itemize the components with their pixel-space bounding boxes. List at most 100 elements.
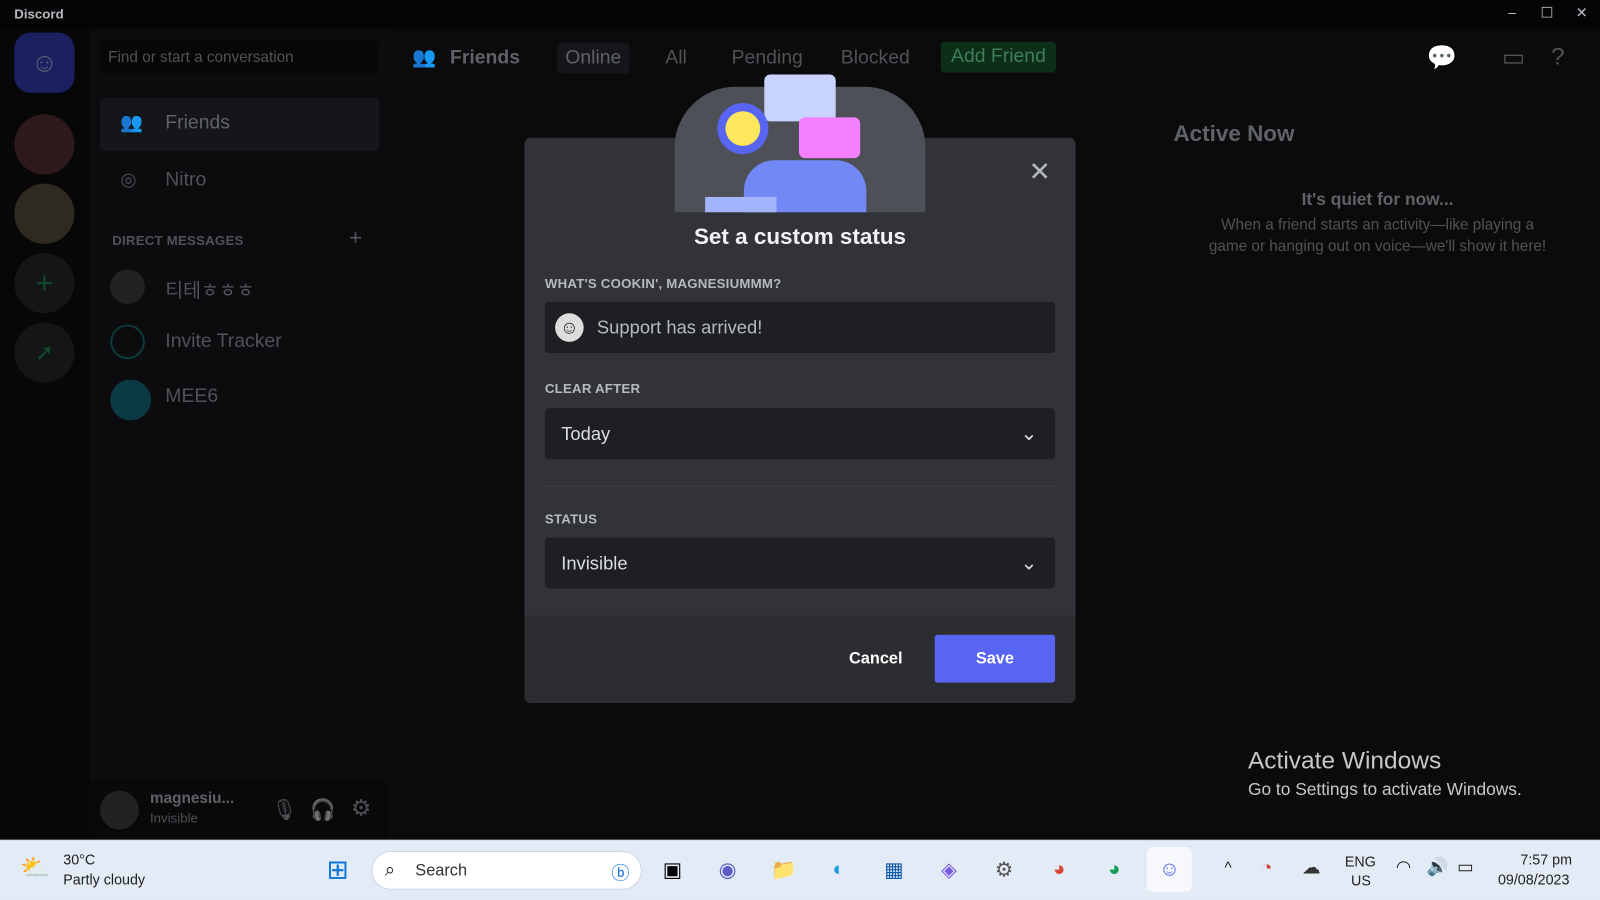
status-text-input[interactable]: ☺ Support has arrived! <box>544 302 1056 354</box>
status-illustration <box>674 74 926 213</box>
watermark-title: Activate Windows <box>1247 746 1442 775</box>
dm-name: MEE6 <box>165 385 219 408</box>
activate-windows-watermark: Activate Windows Go to Settings to activ… <box>1248 747 1522 800</box>
custom-status-modal: ✕ Set a custom status WHAT'S COOKIN', MA… <box>524 74 1076 704</box>
clock-date[interactable]: 09/08/2023 <box>1498 871 1570 887</box>
active-now-title: Active Now <box>1173 120 1295 146</box>
channel-sidebar: Find or start a conversation 👥 Friends ◎… <box>89 28 388 840</box>
chevron-down-icon: ⌄ <box>1020 422 1038 445</box>
microphone-icon[interactable]: 🎙 <box>271 797 297 823</box>
minimize-button[interactable]: – <box>1502 4 1522 24</box>
volume-icon[interactable]: 🔊 <box>1427 857 1449 877</box>
onedrive-icon[interactable]: ☁ <box>1302 857 1320 878</box>
cancel-button[interactable]: Cancel <box>849 650 903 668</box>
username: magnesiu... <box>149 789 235 808</box>
avatar <box>110 379 152 421</box>
search-icon: ⌕ <box>384 859 395 880</box>
empty-title: It's quiet for now... <box>1301 189 1454 210</box>
clear-after-label: CLEAR AFTER <box>544 380 641 396</box>
friends-icon: 👥 <box>120 112 144 133</box>
file-explorer-icon[interactable]: 📁 <box>765 851 802 888</box>
home-discord-icon[interactable]: ☺ <box>14 32 75 93</box>
recording-icon[interactable]: ◔ <box>1261 857 1272 878</box>
avatar[interactable] <box>99 790 139 830</box>
add-dm-icon[interactable]: + <box>349 224 362 251</box>
dm-name: 티테ㅎㅎㅎ <box>165 280 255 303</box>
status-value: Invisible <box>561 553 628 574</box>
chevron-up-icon[interactable]: ^ <box>1224 859 1231 876</box>
weather-icon[interactable]: ⛅ <box>20 853 51 883</box>
tab-blocked[interactable]: Blocked <box>841 47 910 69</box>
nitro-label: Nitro <box>165 169 207 191</box>
dm-item[interactable]: MEE6 <box>100 371 380 424</box>
wifi-icon[interactable]: ◠ <box>1396 857 1411 877</box>
sidebar-item-friends[interactable]: 👥 Friends <box>99 97 380 152</box>
taskbar-search[interactable]: ⌕ Search ⓑ <box>371 851 642 890</box>
teams-chat-icon[interactable]: ◉ <box>709 851 746 888</box>
status-select[interactable]: Invisible ⌄ <box>544 537 1056 589</box>
chrome-profile-icon[interactable]: ◕ <box>1096 851 1133 888</box>
keyboard-layout[interactable]: US <box>1351 872 1371 888</box>
dm-header: DIRECT MESSAGES <box>112 232 244 248</box>
status-text-value: Support has arrived! <box>596 317 763 338</box>
weather-desc: Partly cloudy <box>63 871 146 888</box>
close-icon[interactable]: ✕ <box>1029 156 1051 188</box>
modal-footer: Cancel Save <box>524 615 1076 704</box>
windows-start-icon[interactable]: ⊞ <box>319 851 356 888</box>
chevron-down-icon: ⌄ <box>1020 552 1038 575</box>
battery-icon[interactable]: ▭ <box>1457 857 1473 877</box>
chrome-icon[interactable]: ◕ <box>1041 851 1078 888</box>
search-input[interactable]: Find or start a conversation <box>99 40 378 74</box>
watermark-text: Go to Settings to activate Windows. <box>1247 779 1522 799</box>
emoji-picker-icon[interactable]: ☺ <box>555 313 584 342</box>
friends-icon: 👥 <box>412 46 437 69</box>
server-avatar[interactable] <box>14 114 75 175</box>
new-group-dm-icon[interactable]: 💬 <box>1427 43 1458 73</box>
close-window-button[interactable]: ✕ <box>1571 4 1591 24</box>
tab-online[interactable]: Online <box>557 42 630 74</box>
empty-text: When a friend starts an activity—like pl… <box>1221 216 1535 234</box>
weather-temp: 30°C <box>63 851 96 868</box>
settings-gear-icon[interactable]: ⚙ <box>351 795 371 822</box>
help-icon[interactable]: ? <box>1551 43 1565 72</box>
friends-label: Friends <box>165 112 230 134</box>
explore-compass-icon[interactable]: ➚ <box>14 322 75 383</box>
headphones-icon[interactable]: 🎧 <box>310 797 335 823</box>
inbox-icon[interactable]: ▭ <box>1502 43 1525 73</box>
user-status: Invisible <box>149 810 198 826</box>
avatar <box>110 324 145 360</box>
nitro-icon: ◎ <box>120 169 137 190</box>
title-bar: Discord – ☐ ✕ <box>0 0 1600 29</box>
add-friend-button[interactable]: Add Friend <box>940 41 1057 73</box>
clock-time[interactable]: 7:57 pm <box>1520 851 1572 867</box>
language[interactable]: ENG <box>1345 853 1376 869</box>
dm-name: Invite Tracker <box>165 330 282 353</box>
avatar <box>110 269 145 305</box>
bing-icon: ⓑ <box>611 863 630 884</box>
discord-taskbar-icon[interactable]: ☺ <box>1146 846 1192 892</box>
screen: Discord – ☐ ✕ ☺ + ➚ Find or start a conv… <box>0 0 1600 900</box>
maximize-button[interactable]: ☐ <box>1537 4 1557 24</box>
task-view-icon[interactable]: ▣ <box>654 851 691 888</box>
copilot-icon[interactable]: ◈ <box>931 851 968 888</box>
dm-item[interactable]: 티테ㅎㅎㅎ <box>100 261 380 314</box>
clear-after-select[interactable]: Today ⌄ <box>544 408 1056 460</box>
header-title: Friends <box>449 46 521 69</box>
dm-item[interactable]: Invite Tracker <box>100 316 380 369</box>
add-server-icon[interactable]: + <box>14 253 75 314</box>
settings-icon[interactable]: ⚙ <box>986 851 1023 888</box>
edge-icon[interactable]: ◐ <box>820 851 857 888</box>
server-avatar[interactable] <box>14 183 75 244</box>
server-rail: ☺ + ➚ <box>0 28 90 840</box>
taskbar: ⛅ 30°C Partly cloudy ⊞ ⌕ Search ⓑ ▣ ◉ 📁 … <box>0 839 1600 900</box>
microsoft-store-icon[interactable]: ▦ <box>876 851 913 888</box>
clear-after-value: Today <box>561 423 611 444</box>
sidebar-item-nitro[interactable]: ◎ Nitro <box>100 155 380 208</box>
app-title: Discord <box>14 6 64 22</box>
tab-pending[interactable]: Pending <box>732 47 803 69</box>
modal-title: Set a custom status <box>693 223 907 249</box>
tab-all[interactable]: All <box>665 47 687 69</box>
divider <box>544 485 1056 487</box>
search-label: Search <box>415 862 468 880</box>
save-button[interactable]: Save <box>934 634 1056 683</box>
